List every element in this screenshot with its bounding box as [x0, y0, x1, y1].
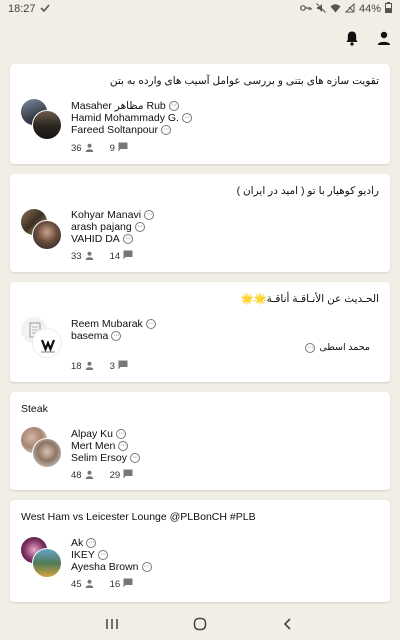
- group-title: Steak: [21, 403, 48, 415]
- message-count: 3: [109, 361, 115, 372]
- more-icon[interactable]: ···: [134, 222, 145, 232]
- member-avatars: [20, 316, 62, 360]
- home-icon[interactable]: [188, 614, 212, 634]
- more-icon[interactable]: ···: [130, 453, 141, 463]
- person-icon: [85, 470, 94, 482]
- group-title: West Ham vs Leicester Lounge @PLBonCH #P…: [21, 511, 256, 523]
- member-name: Hamid Mohammady G.: [71, 112, 179, 124]
- bell-icon[interactable]: [342, 28, 362, 48]
- member-avatars: [20, 208, 62, 252]
- person-icon: [85, 361, 94, 373]
- more-icon[interactable]: ···: [118, 441, 129, 451]
- group-stats: 45 16: [71, 578, 133, 591]
- member-count: 36: [71, 143, 82, 154]
- group-stats: 33 14: [71, 250, 133, 263]
- person-icon: [85, 251, 94, 263]
- mute-icon: [316, 2, 326, 16]
- more-icon[interactable]: ···: [160, 125, 171, 135]
- latest-message: محمد اسطی ···: [305, 342, 370, 353]
- message-sender: محمد اسطی: [319, 342, 370, 353]
- group-stats: 48 29: [71, 469, 133, 482]
- group-stats: 18 3: [71, 360, 128, 373]
- battery-icon: [385, 2, 392, 16]
- member-avatars: [20, 426, 62, 470]
- member-name: Kohyar Manavi: [71, 209, 142, 221]
- member-name: basema: [71, 330, 109, 342]
- avatar: [32, 328, 62, 358]
- avatar: [32, 548, 62, 578]
- status-bar: 18:27 44%: [0, 0, 400, 18]
- group-stats: 36 9: [71, 142, 128, 155]
- group-title: تقویت سازه های بتنی و بررسی عوامل آسیب ه…: [109, 75, 379, 87]
- more-icon[interactable]: ···: [181, 113, 192, 123]
- member-name: Mert Men: [71, 440, 116, 452]
- member-count: 33: [71, 251, 82, 262]
- member-avatars: [20, 98, 62, 142]
- back-icon[interactable]: [276, 614, 300, 634]
- avatar: [32, 110, 62, 140]
- person-icon: [85, 143, 94, 155]
- member-name: Masaher مظاهر Rub: [71, 100, 166, 112]
- more-icon[interactable]: ···: [86, 538, 97, 548]
- more-icon[interactable]: ···: [111, 331, 122, 341]
- member-list: Alpay Ku ··· Mert Men ··· Selim Ersoy ···: [71, 428, 141, 464]
- recents-icon[interactable]: [100, 614, 124, 634]
- member-name: Fareed Soltanpour: [71, 124, 158, 136]
- profile-icon[interactable]: [374, 28, 394, 48]
- message-count: 9: [109, 143, 115, 154]
- more-icon[interactable]: ···: [168, 101, 179, 111]
- member-count: 18: [71, 361, 82, 372]
- chat-icon: [123, 469, 133, 482]
- signal-off-icon: [344, 2, 355, 16]
- member-name: Ak: [71, 537, 84, 549]
- member-list: Kohyar Manavi ··· arash pajang ··· VAHID D…: [71, 209, 155, 245]
- more-icon[interactable]: ···: [141, 562, 152, 572]
- member-name: Ayesha Brown: [71, 561, 139, 573]
- member-list: Ak ··· IKEY ··· Ayesha Brown ···: [71, 537, 152, 573]
- message-count: 16: [109, 579, 121, 590]
- person-icon: [85, 579, 94, 591]
- more-icon[interactable]: ···: [122, 234, 133, 244]
- chat-icon: [118, 142, 128, 155]
- status-time: 18:27: [8, 3, 36, 15]
- more-icon[interactable]: ···: [305, 342, 316, 353]
- group-card[interactable]: الحـديث عن الأنـاقـة أناقـة🌟🌟 Reem Mubar…: [10, 282, 390, 382]
- member-list: Reem Mubarak ··· basema ···: [71, 318, 156, 342]
- group-title: الحـديث عن الأنـاقـة أناقـة🌟🌟: [240, 293, 379, 305]
- avatar: [32, 438, 62, 468]
- wifi-icon: [330, 3, 341, 16]
- chat-icon: [123, 250, 133, 263]
- message-count: 29: [109, 470, 121, 481]
- battery-percent: 44%: [358, 3, 381, 15]
- member-count: 45: [71, 579, 82, 590]
- key-icon: [300, 3, 312, 16]
- message-count: 14: [109, 251, 121, 262]
- member-name: Reem Mubarak: [71, 318, 143, 330]
- chat-icon: [123, 578, 133, 591]
- member-avatars: [20, 536, 62, 580]
- navigation-bar: [0, 608, 400, 640]
- group-card[interactable]: رادیو کوهیار با تو ( امید در ایران ) Koh…: [10, 174, 390, 272]
- member-list: Masaher مظاهر Rub ··· Hamid Mohammady G. ·…: [71, 100, 192, 136]
- avatar: [32, 220, 62, 250]
- more-icon[interactable]: ···: [116, 429, 127, 439]
- member-name: arash pajang: [71, 221, 132, 233]
- chat-icon: [118, 360, 128, 373]
- member-name: IKEY: [71, 549, 95, 561]
- more-icon[interactable]: ···: [144, 210, 155, 220]
- more-icon[interactable]: ···: [145, 319, 156, 329]
- member-name: Selim Ersoy: [71, 452, 128, 464]
- group-title: رادیو کوهیار با تو ( امید در ایران ): [236, 185, 379, 197]
- app-bar: [0, 18, 400, 58]
- more-icon[interactable]: ···: [97, 550, 108, 560]
- group-card[interactable]: Steak Alpay Ku ··· Mert Men ··· Selim Erso…: [10, 392, 390, 490]
- group-card[interactable]: West Ham vs Leicester Lounge @PLBonCH #P…: [10, 500, 390, 602]
- group-card[interactable]: تقویت سازه های بتنی و بررسی عوامل آسیب ه…: [10, 64, 390, 164]
- check-icon: [39, 3, 50, 16]
- member-count: 48: [71, 470, 82, 481]
- member-name: Alpay Ku: [71, 428, 114, 440]
- member-name: VAHID DA: [71, 233, 120, 245]
